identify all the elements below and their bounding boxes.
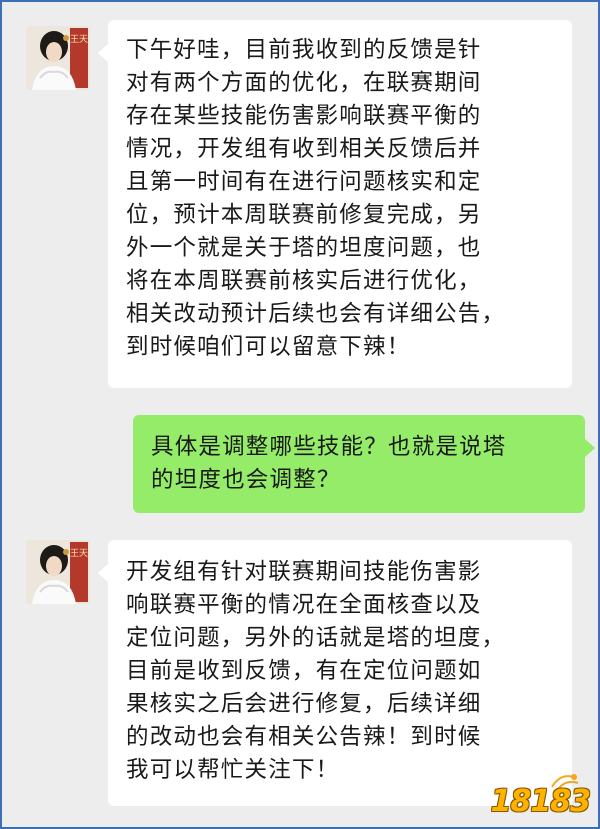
message-line: 相关改动预计后续也会有详细公告， — [126, 301, 506, 327]
message-bubble-outgoing[interactable]: 具体是调整哪些技能？也就是说塔 的坦度也会调整？ — [133, 415, 595, 513]
chat-window: 王天 下午好哇，目前我收到的反馈是针 对有两个方面的优化，在联赛期间 存在某些技… — [0, 0, 600, 829]
message-line: 响联赛平衡的情况在全面核查以及 — [126, 592, 482, 618]
message-line: 外一个就是关于塔的坦度问题，也 — [126, 235, 482, 261]
message-line: 的改动也会有相关公告辣！到时候 — [126, 724, 482, 750]
watermark-logo: 18183 — [490, 767, 591, 819]
avatar[interactable]: 王天 — [26, 540, 90, 604]
message-line: 开发组有针对联赛期间技能伤害影 — [126, 559, 482, 585]
character-portrait-icon: 王天 — [26, 26, 90, 90]
message-line: 的坦度也会调整？ — [151, 467, 341, 493]
message-line: 存在某些技能伤害影响联赛平衡的 — [126, 103, 482, 129]
message-line: 我可以帮忙关注下！ — [126, 757, 340, 783]
bubble-tail — [98, 564, 108, 582]
message-line: 具体是调整哪些技能？也就是说塔 — [151, 434, 507, 460]
message-line: 下午好哇，目前我收到的反馈是针 — [126, 37, 482, 63]
svg-text:王天: 王天 — [70, 34, 88, 45]
message-bubble-incoming[interactable]: 下午好哇，目前我收到的反馈是针 对有两个方面的优化，在联赛期间 存在某些技能伤害… — [98, 20, 572, 388]
message-line: 位，预计本周联赛前修复完成，另 — [126, 202, 482, 228]
bubble-tail — [98, 44, 108, 62]
svg-text:王天: 王天 — [70, 548, 88, 559]
message-line: 且第一时间有在进行问题核实和定 — [126, 169, 482, 195]
bubble-tail — [585, 439, 595, 457]
message-line: 对有两个方面的优化，在联赛期间 — [126, 70, 482, 96]
avatar[interactable]: 王天 — [26, 26, 90, 90]
message-line: 到时候咱们可以留意下辣！ — [126, 334, 411, 360]
character-portrait-icon: 王天 — [26, 540, 90, 604]
message-line: 情况，开发组有收到相关反馈后并 — [126, 136, 482, 162]
watermark-text: 18183 — [490, 784, 591, 819]
message-line: 果核实之后会进行修复，后续详细 — [126, 691, 482, 717]
message-line: 定位问题，另外的话就是塔的坦度， — [126, 625, 506, 651]
message-line: 目前是收到反馈，有在定位问题如 — [126, 658, 482, 684]
message-line: 将在本周联赛前核实后进行优化， — [126, 268, 482, 294]
